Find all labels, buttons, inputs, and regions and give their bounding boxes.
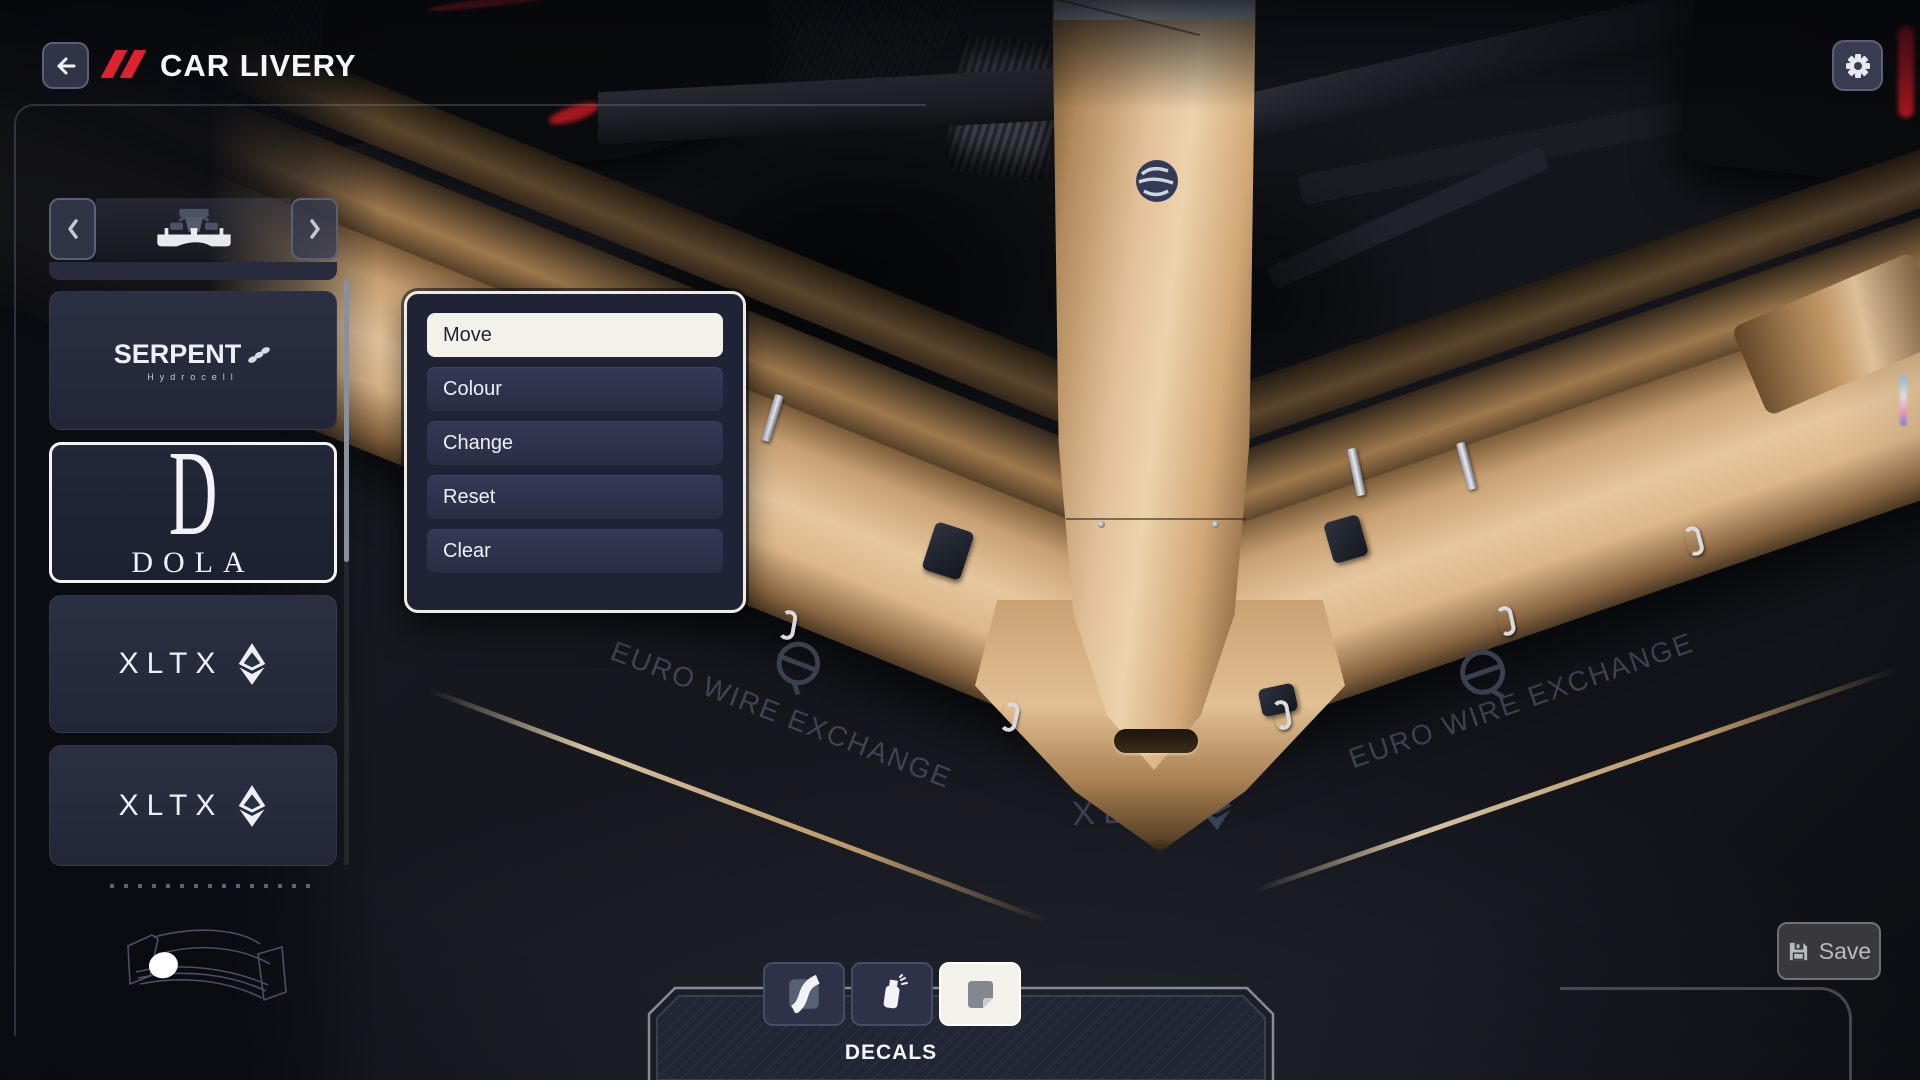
euro-wire-icon	[761, 630, 832, 703]
chevron-right-icon	[307, 217, 323, 241]
save-label: Save	[1819, 938, 1871, 965]
nose-tip-duct	[1114, 729, 1198, 753]
abaos-swirl-icon[interactable]	[1134, 158, 1180, 204]
serpent-leaf-icon	[246, 345, 272, 365]
livery-stripe-icon	[785, 975, 823, 1013]
nose-blue-band	[1054, 0, 1253, 20]
tool-decals-button-selected[interactable]	[939, 962, 1021, 1026]
menu-item-move[interactable]: Move	[427, 313, 723, 357]
menu-item-change[interactable]: Change	[427, 421, 723, 465]
brand-label: SERPENT	[114, 339, 242, 370]
f1-car-front-icon	[150, 206, 238, 252]
section-label: DECALS	[791, 1041, 991, 1065]
car-part-selector[interactable]	[96, 198, 291, 260]
rivet	[1098, 521, 1105, 528]
decal-list-item-xltx[interactable]: XLTX	[49, 595, 337, 733]
decal-list-item-xltx[interactable]: XLTX	[49, 745, 337, 866]
list-scrollbar-thumb[interactable]	[344, 280, 349, 562]
back-arrow-icon	[54, 54, 78, 78]
brand-label: XLTX	[119, 647, 224, 681]
decal-list-item-serpent[interactable]: SERPENT Hydrocell	[49, 291, 337, 430]
spray-can-icon	[872, 974, 912, 1014]
ethereum-diamond-icon	[237, 640, 267, 688]
carousel-prev-button[interactable]	[49, 198, 96, 260]
gear-icon	[1844, 52, 1872, 80]
menu-item-clear[interactable]: Clear	[427, 529, 723, 573]
dola-monogram: D	[169, 445, 217, 543]
page-title: CAR LIVERY	[160, 48, 357, 84]
chevron-left-icon	[65, 217, 81, 241]
nose-panel-seam	[1066, 518, 1246, 520]
settings-button[interactable]	[1832, 40, 1883, 91]
car-livery-editor: XLTX ABAOS SERPENT Hydrocell D	[0, 0, 1920, 1080]
decal-context-menu: Move Colour Change Reset Clear	[404, 291, 746, 613]
title-slashes-icon	[108, 50, 148, 78]
carousel-next-button[interactable]	[291, 198, 338, 260]
save-floppy-icon	[1787, 940, 1810, 963]
brand-tagline: Hydrocell	[147, 372, 239, 382]
wing-edge-highlight	[429, 688, 1049, 924]
menu-item-reset[interactable]: Reset	[427, 475, 723, 519]
list-item-partial	[49, 262, 337, 280]
save-button[interactable]: Save	[1777, 922, 1881, 980]
tool-spray-paint-button[interactable]	[851, 962, 933, 1026]
decal-list-item-dola-selected[interactable]: D DOLA	[49, 442, 337, 583]
brand-label: XLTX	[119, 789, 224, 823]
decal-sticker-icon	[962, 976, 998, 1012]
rivet	[1212, 521, 1219, 528]
ethereum-diamond-icon	[237, 782, 267, 830]
wing-edge-highlight	[1254, 667, 1899, 893]
lens-flare-streak	[1900, 376, 1907, 426]
tool-livery-shapes-button[interactable]	[763, 962, 845, 1026]
tyre-red-rimlight	[1898, 26, 1914, 118]
front-wing-wireframe	[100, 912, 300, 1017]
scroll-dots	[110, 884, 310, 888]
menu-item-colour[interactable]: Colour	[427, 367, 723, 411]
back-button[interactable]	[42, 42, 89, 89]
